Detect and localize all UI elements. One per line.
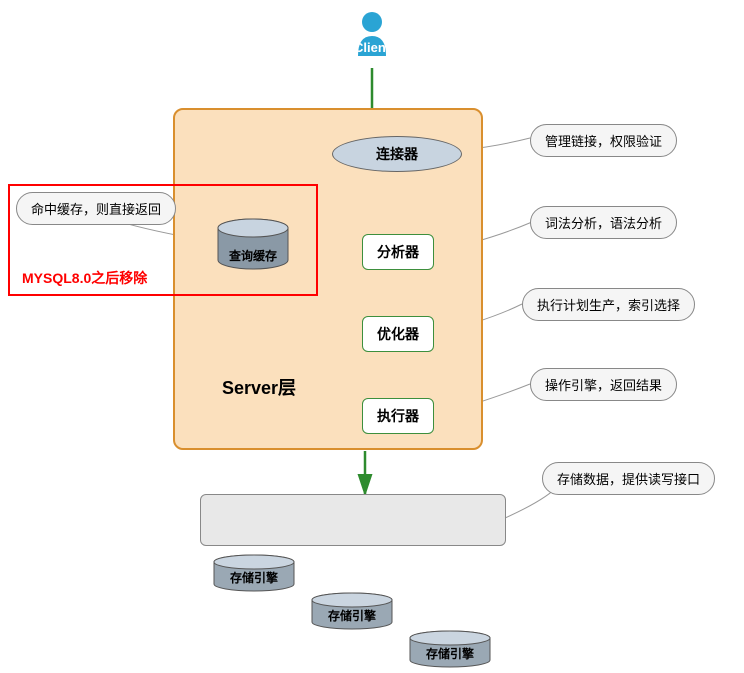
cache-removed-note: MYSQL8.0之后移除 [22,268,147,288]
executor-label: 执行器 [377,406,419,426]
executor-node: 执行器 [362,398,434,434]
connector-node: 连接器 [332,136,462,172]
storage-engine-2: 存储引擎 [408,630,492,668]
storage-engine-label: 存储引擎 [408,645,492,662]
storage-engine-label: 存储引擎 [212,569,296,586]
client-icon: Client [352,8,392,68]
connector-desc: 管理链接，权限验证 [530,124,677,157]
optimizer-node: 优化器 [362,316,434,352]
client-label: Client [354,40,390,55]
analyzer-node: 分析器 [362,234,434,270]
cache-desc: 命中缓存，则直接返回 [16,192,176,225]
analyzer-label: 分析器 [377,242,419,262]
storage-engine-label: 存储引擎 [310,607,394,624]
connector-label: 连接器 [376,144,418,164]
storage-engine-1: 存储引擎 [310,592,394,630]
analyzer-desc: 词法分析，语法分析 [530,206,677,239]
optimizer-label: 优化器 [377,324,419,344]
storage-desc: 存储数据，提供读写接口 [542,462,715,495]
server-layer-label: Server层 [222,374,296,400]
storage-box [200,494,506,546]
optimizer-desc: 执行计划生产，索引选择 [522,288,695,321]
executor-desc: 操作引擎，返回结果 [530,368,677,401]
storage-engine-0: 存储引擎 [212,554,296,592]
